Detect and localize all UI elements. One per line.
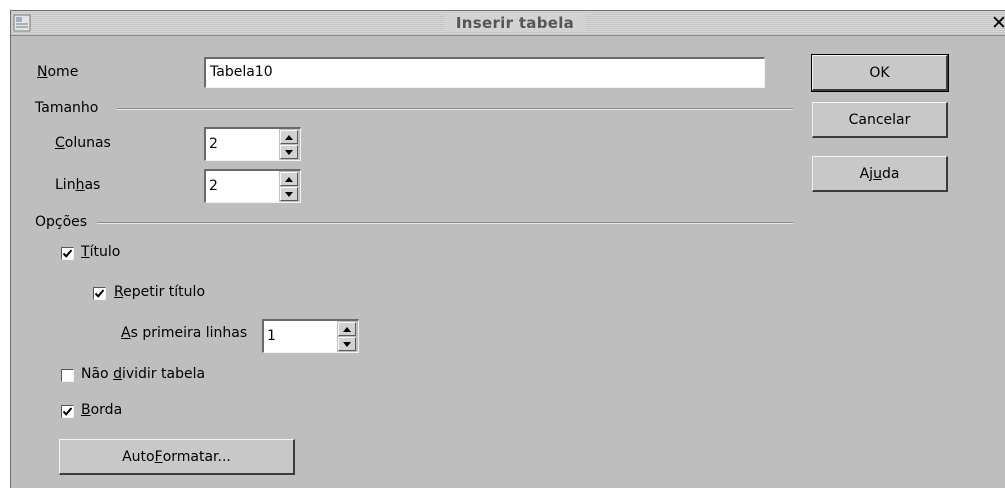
repetir-titulo-label[interactable]: Repetir título — [114, 284, 205, 300]
repetir-titulo-checkbox[interactable] — [93, 287, 106, 300]
arrow-up-icon — [285, 176, 293, 182]
ajuda-label-rest: da — [881, 165, 900, 182]
app-window-icon[interactable] — [13, 14, 31, 32]
cancelar-button[interactable]: Cancelar — [812, 102, 948, 138]
checkmark-icon — [94, 289, 105, 298]
nome-input[interactable]: Tabela10 — [204, 57, 765, 88]
borda-checkbox[interactable] — [61, 405, 74, 418]
borda-label[interactable]: Borda — [81, 402, 122, 418]
dialog-title: Inserir tabela — [443, 14, 587, 32]
arrow-down-icon — [285, 191, 293, 197]
tamanho-divider — [117, 108, 793, 110]
ajuda-button[interactable]: Aj u da — [812, 156, 948, 192]
autoformatar-label-mnemonic: F — [154, 448, 163, 465]
primeira-linhas-decrement-button[interactable] — [338, 337, 356, 351]
primeira-linhas-spin-buttons — [337, 319, 359, 353]
colunas-increment-button[interactable] — [280, 130, 298, 144]
linhas-label: Linhas — [55, 177, 101, 193]
opcoes-divider — [97, 222, 793, 224]
autoformatar-label-pre: Auto — [122, 448, 155, 465]
arrow-down-icon — [285, 149, 293, 155]
primeira-linhas-label: As primeira linhas — [121, 325, 248, 341]
linhas-value[interactable]: 2 — [204, 169, 279, 203]
linhas-spin-buttons — [279, 169, 301, 203]
colunas-spinbox[interactable]: 2 — [204, 127, 301, 161]
tamanho-section-label: Tamanho — [35, 100, 99, 116]
linhas-spinbox[interactable]: 2 — [204, 169, 301, 203]
primeira-linhas-spinbox[interactable]: 1 — [262, 319, 359, 353]
ok-button[interactable]: OK — [811, 54, 949, 92]
checkmark-icon — [62, 249, 73, 258]
primeira-linhas-value[interactable]: 1 — [262, 319, 337, 353]
arrow-up-icon — [343, 326, 351, 332]
primeira-linhas-increment-button[interactable] — [338, 322, 356, 336]
close-icon[interactable]: ✕ — [991, 12, 1005, 34]
nao-dividir-checkbox[interactable] — [61, 369, 74, 382]
arrow-up-icon — [285, 134, 293, 140]
titulo-checkbox[interactable] — [61, 247, 74, 260]
colunas-spin-buttons — [279, 127, 301, 161]
nao-dividir-label[interactable]: Não dividir tabela — [81, 366, 205, 382]
titulo-label[interactable]: Título — [81, 244, 120, 260]
ajuda-label-mnemonic: u — [873, 165, 882, 182]
colunas-decrement-button[interactable] — [280, 145, 298, 159]
linhas-increment-button[interactable] — [280, 172, 298, 186]
checkmark-icon — [62, 407, 73, 416]
autoformatar-button[interactable]: Auto Formatar... — [59, 439, 295, 475]
colunas-label: Colunas — [55, 135, 111, 151]
title-bar[interactable]: Inserir tabela ✕ — [11, 11, 1005, 36]
opcoes-section-label: Opções — [35, 214, 88, 230]
colunas-value[interactable]: 2 — [204, 127, 279, 161]
arrow-down-icon — [343, 341, 351, 347]
autoformatar-label-rest: ormatar... — [162, 448, 231, 465]
ajuda-label-pre: Aj — [859, 165, 874, 182]
insert-table-dialog: Inserir tabela ✕ Nome Tabela10 Tamanho C… — [10, 10, 1005, 488]
linhas-decrement-button[interactable] — [280, 187, 298, 201]
nome-label: Nome — [37, 64, 79, 80]
